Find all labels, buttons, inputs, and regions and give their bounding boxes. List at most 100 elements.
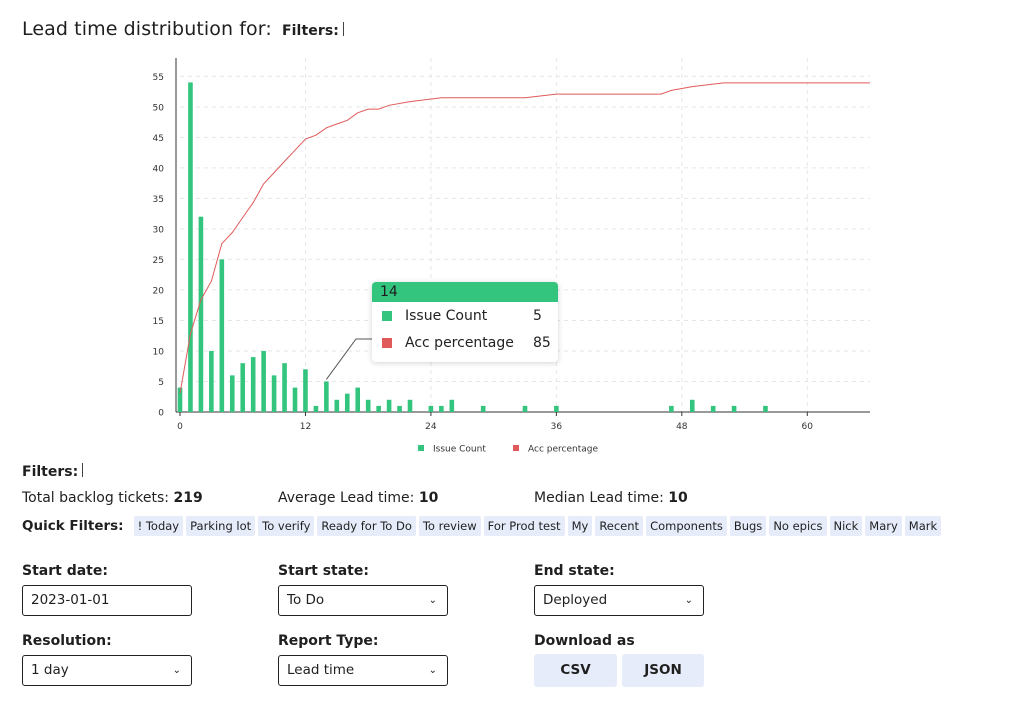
y-tick-label: 50 xyxy=(153,103,165,113)
download-as-label: Download as xyxy=(534,633,635,649)
x-tick-label: 12 xyxy=(300,422,311,432)
chevron-down-icon: ⌄ xyxy=(172,665,181,676)
bar xyxy=(407,399,413,412)
bar xyxy=(344,393,350,412)
quick-filters-label: Quick Filters: xyxy=(22,518,124,534)
x-tick-label: 60 xyxy=(802,422,814,432)
bar xyxy=(365,399,371,412)
tooltip-row-label: Acc percentage xyxy=(405,334,514,351)
bar xyxy=(303,369,308,412)
median-lead-time-value: 10 xyxy=(668,490,688,506)
bar xyxy=(376,405,381,412)
tooltip-pointer xyxy=(325,338,372,380)
average-lead-time-label: Average Lead time: xyxy=(278,490,415,506)
quick-filter-for-prod-test[interactable]: For Prod test xyxy=(483,516,565,536)
download-csv-button[interactable]: CSV xyxy=(534,654,617,687)
quick-filters: Quick Filters: ! Today Parking lot To ve… xyxy=(22,516,944,536)
y-tick-label: 20 xyxy=(153,286,165,296)
quick-filter-to-review[interactable]: To review xyxy=(418,516,481,536)
y-tick-label: 40 xyxy=(153,164,165,174)
y-tick-label: 45 xyxy=(153,134,164,144)
y-tick-label: 10 xyxy=(153,347,165,357)
average-lead-time-stat: Average Lead time: 10 xyxy=(278,490,438,506)
bar xyxy=(397,405,402,412)
start-date-input[interactable]: 2023-01-01 xyxy=(22,585,192,616)
bar xyxy=(219,259,225,412)
bar xyxy=(386,399,392,412)
end-state-select[interactable]: Deployed ⌄ xyxy=(534,585,704,616)
bar xyxy=(292,387,298,412)
bar xyxy=(554,405,559,412)
bar xyxy=(480,405,486,412)
total-backlog-label: Total backlog tickets: xyxy=(22,490,170,506)
bar xyxy=(710,405,716,412)
chevron-down-icon: ⌄ xyxy=(428,665,437,676)
resolution-value: 1 day xyxy=(31,662,69,678)
average-lead-time-value: 10 xyxy=(418,490,439,506)
bar xyxy=(313,405,319,412)
text-cursor xyxy=(82,463,84,477)
bar xyxy=(669,405,674,412)
bar xyxy=(261,350,266,412)
resolution-label: Resolution: xyxy=(22,633,112,649)
bar xyxy=(198,216,204,412)
quick-filter-nick[interactable]: Nick xyxy=(829,516,863,536)
bar xyxy=(250,357,256,412)
y-tick-label: 5 xyxy=(158,378,164,388)
y-tick-label: 35 xyxy=(153,195,164,205)
y-tick-label: 25 xyxy=(153,256,164,266)
download-json-button[interactable]: JSON xyxy=(622,654,704,687)
quick-filter-no-epics[interactable]: No epics xyxy=(769,516,827,536)
quick-filter-mary[interactable]: Mary xyxy=(865,516,902,536)
bar xyxy=(209,350,214,412)
quick-filter-mark[interactable]: Mark xyxy=(904,516,942,536)
tooltip-header: 14 xyxy=(372,282,558,302)
bar xyxy=(188,82,193,413)
lead-time-chart: 0 5 10 15 20 25 30 35 40 45 50 55 0 12 24 36 48 60 Issue C… xyxy=(153,58,870,455)
bar xyxy=(229,375,235,412)
bar xyxy=(282,363,287,412)
bar xyxy=(731,405,737,412)
start-state-select[interactable]: To Do ⌄ xyxy=(278,585,448,616)
quick-filter-to-verify[interactable]: To verify xyxy=(258,516,315,536)
quick-filter-ready-for-to-do[interactable]: Ready for To Do xyxy=(317,516,416,536)
total-backlog-value: 219 xyxy=(173,490,203,506)
tooltip-row-value: 85 xyxy=(533,334,551,351)
filters-label: Filters: xyxy=(22,463,84,480)
chart-tooltip: 14 Issue Count 5 Acc percentage 85 xyxy=(372,282,558,362)
y-tick-label: 30 xyxy=(153,225,165,235)
start-state-label: Start state: xyxy=(278,563,369,579)
median-lead-time-label: Median Lead time: xyxy=(534,490,664,506)
total-backlog-stat: Total backlog tickets: 219 xyxy=(22,490,203,506)
x-tick-label: 48 xyxy=(676,422,688,432)
bar xyxy=(271,375,277,412)
bar xyxy=(240,363,246,412)
y-tick-label: 0 xyxy=(158,409,164,419)
chevron-down-icon: ⌄ xyxy=(428,595,437,606)
tooltip-row-acc-percentage: Acc percentage 85 xyxy=(372,329,558,356)
legend-label-issue-count: Issue Count xyxy=(433,445,486,455)
bar xyxy=(689,399,695,412)
resolution-select[interactable]: 1 day ⌄ xyxy=(22,655,192,686)
report-type-value: Lead time xyxy=(287,662,355,678)
bar xyxy=(324,381,329,412)
issue-count-swatch xyxy=(382,310,392,321)
quick-filter-bugs[interactable]: Bugs xyxy=(729,516,767,536)
quick-filter-my[interactable]: My xyxy=(567,516,593,536)
tooltip-row-issue-count: Issue Count 5 xyxy=(372,302,558,329)
tooltip-row-value: 5 xyxy=(533,307,542,324)
legend-swatch-acc-percentage xyxy=(513,445,519,451)
report-type-select[interactable]: Lead time ⌄ xyxy=(278,655,448,686)
quick-filter-components[interactable]: Components xyxy=(646,516,727,536)
bar xyxy=(522,405,528,412)
tooltip-row-label: Issue Count xyxy=(405,307,488,324)
acc-percentage-swatch xyxy=(382,337,392,348)
filters-label-text: Filters: xyxy=(22,464,79,480)
end-state-label: End state: xyxy=(534,563,615,579)
quick-filter-parking-lot[interactable]: Parking lot xyxy=(186,516,256,536)
x-tick-label: 36 xyxy=(551,422,563,432)
y-tick-label: 55 xyxy=(153,73,164,83)
quick-filter-today[interactable]: ! Today xyxy=(133,516,184,536)
quick-filter-recent[interactable]: Recent xyxy=(595,516,644,536)
bar xyxy=(763,405,768,412)
